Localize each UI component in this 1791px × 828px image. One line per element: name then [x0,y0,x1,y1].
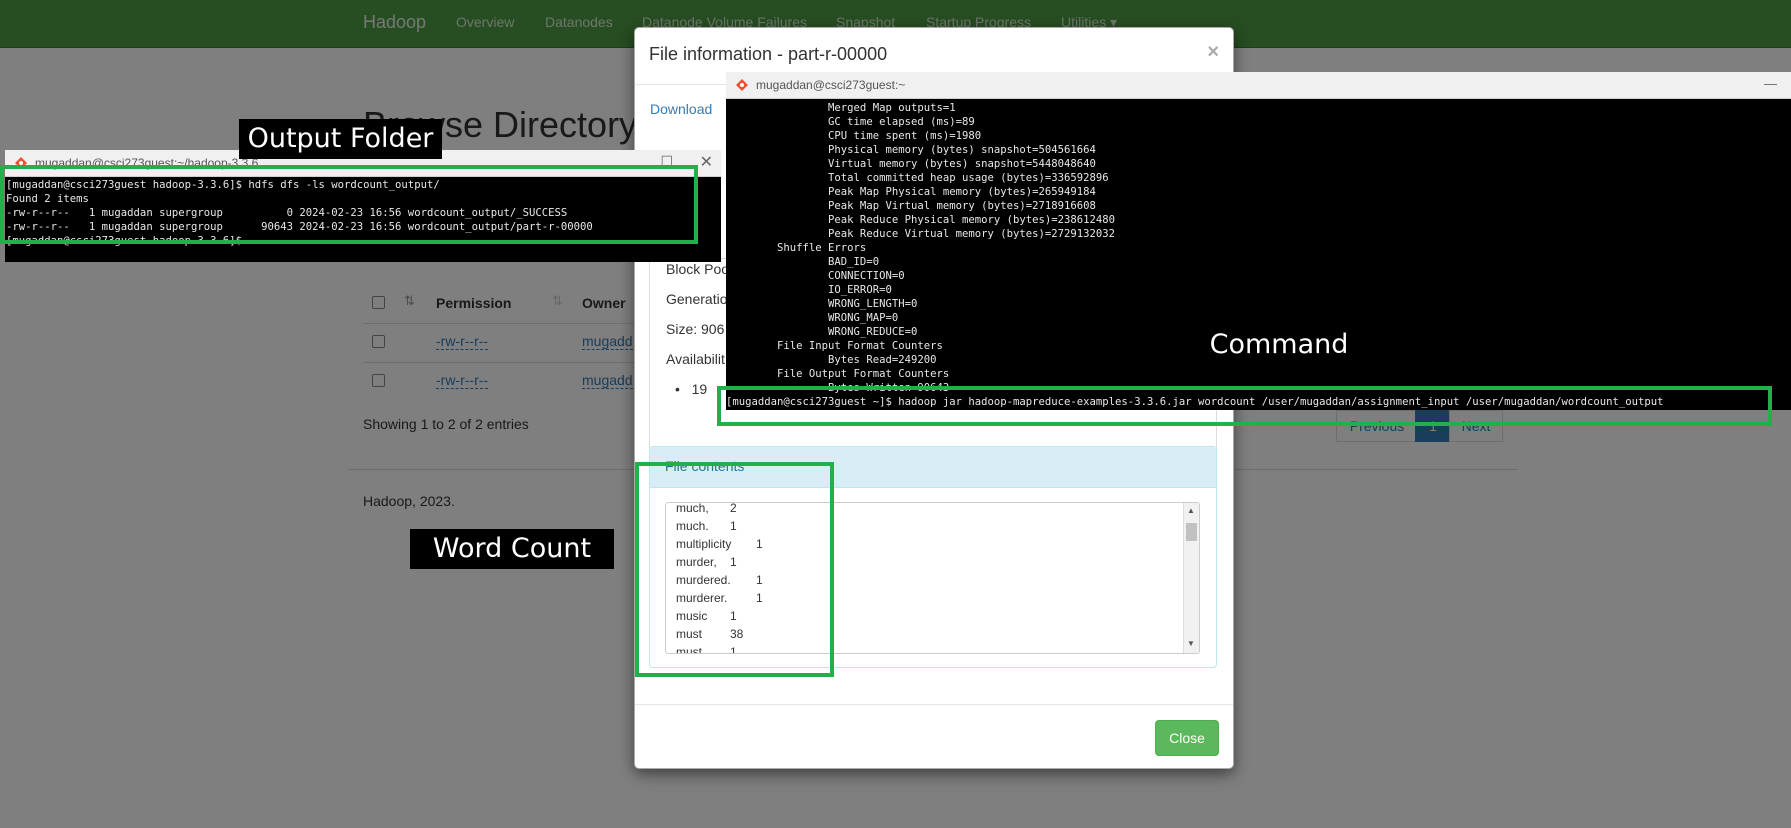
terminal-line: Peak Map Physical memory (bytes)=2659491… [726,186,1096,198]
highlight-output-folder [0,165,698,244]
terminal-titlebar[interactable]: mugaddan@csci273guest:~ — [726,72,1791,99]
highlight-word-count [635,462,834,677]
terminal-line: File Input Format Counters [726,340,943,352]
terminal-title: mugaddan@csci273guest:~ [756,78,906,92]
terminal-line: WRONG_REDUCE=0 [726,326,918,338]
modal-title: File information - part-r-00000 [649,44,888,64]
annotation-word-count: Word Count [410,529,614,569]
terminal-line: WRONG_MAP=0 [726,312,899,324]
availability-label: Availabilit [666,351,725,367]
size-label: Size: 906 [666,321,725,337]
scroll-down-icon[interactable]: ▼ [1187,639,1195,648]
block-pool-label: Block Poo [666,261,730,277]
terminal-line: Peak Reduce Physical memory (bytes)=2386… [726,214,1116,226]
scroll-thumb[interactable] [1186,523,1197,541]
terminal-line: Merged Map outputs=1 [726,102,956,114]
close-button[interactable]: Close [1155,720,1219,756]
generation-label: Generatio [666,291,728,307]
terminal-line: Total committed heap usage (bytes)=33659… [726,172,1109,184]
terminal-line: BAD_ID=0 [726,256,880,268]
close-icon[interactable]: ✕ [700,152,713,172]
scroll-up-icon[interactable]: ▲ [1187,506,1195,515]
annotation-output-folder: Output Folder [239,119,442,159]
terminal-line: CPU time spent (ms)=1980 [726,130,982,142]
terminal-line: CONNECTION=0 [726,270,905,282]
terminal-line: Shuffle Errors [726,242,867,254]
terminal-output: Merged Map outputs=1 GC time elapsed (ms… [726,101,1664,409]
terminal-line: Virtual memory (bytes) snapshot=54480486… [726,158,1096,170]
modal-footer-divider [635,704,1233,705]
terminal-line: IO_ERROR=0 [726,284,892,296]
terminal-line: File Output Format Counters [726,368,950,380]
terminal-line: WRONG_LENGTH=0 [726,298,918,310]
terminal-line: Peak Map Virtual memory (bytes)=27189166… [726,200,1096,212]
textarea-scrollbar[interactable]: ▲ ▼ [1183,503,1199,653]
download-link[interactable]: Download [650,101,712,117]
availability-item: • 19 [675,381,708,397]
terminal-line: Physical memory (bytes) snapshot=5045616… [726,144,1096,156]
minimize-icon[interactable]: — [1764,76,1777,91]
close-icon[interactable]: × [1207,41,1219,64]
terminal-line: GC time elapsed (ms)=89 [726,116,975,128]
annotation-command: Command [1209,329,1349,360]
terminal-line: Bytes Read=249200 [726,354,937,366]
terminal-line: Peak Reduce Virtual memory (bytes)=27291… [726,228,1116,240]
highlight-command [717,386,1772,426]
git-bash-icon [736,79,748,91]
